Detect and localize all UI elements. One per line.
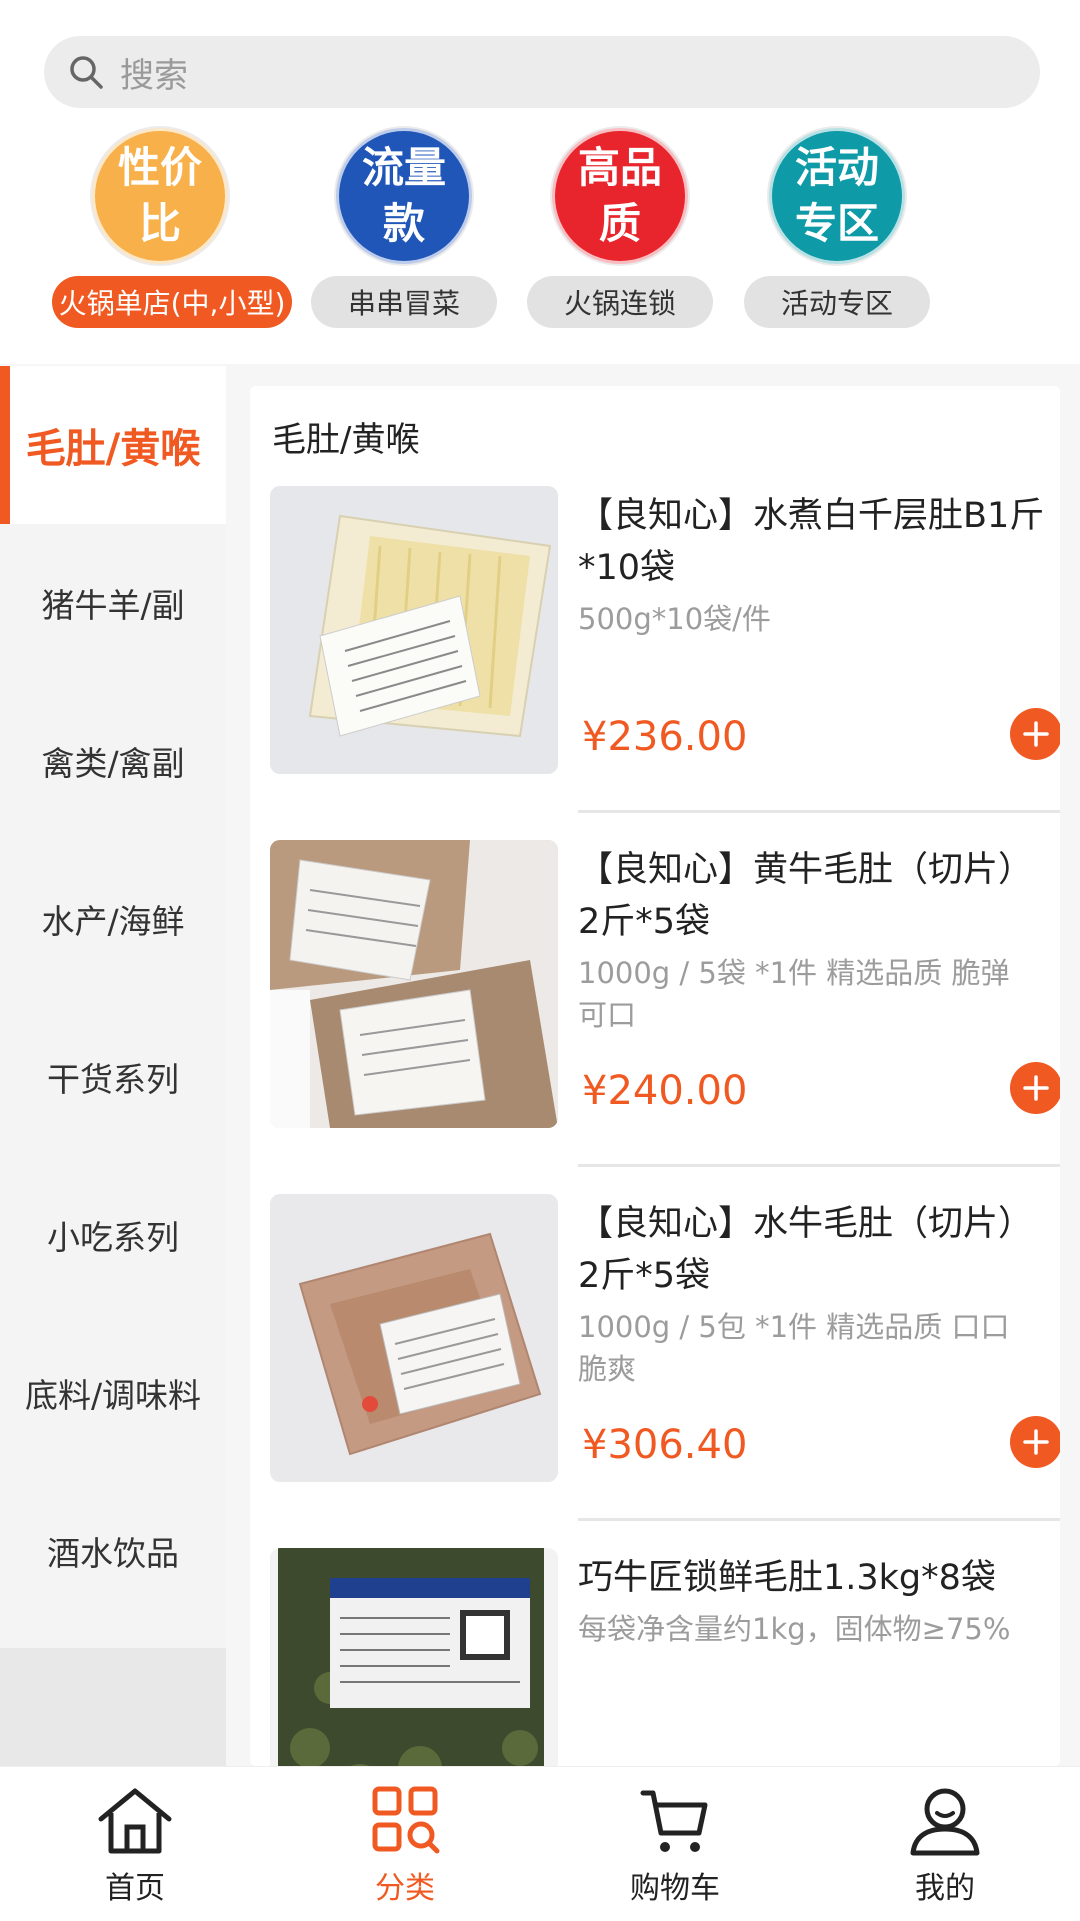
tab-label: 我的	[915, 1871, 975, 1906]
add-to-cart-button[interactable]	[1010, 708, 1060, 760]
category-label: 串串冒菜	[311, 276, 497, 328]
search-icon	[70, 56, 103, 89]
category-sidebar: 毛肚/黄喉 猪牛羊/副 禽类/禽副 水产/海鲜 干货系列 小吃系列 底料/调味料…	[0, 366, 226, 1766]
product-desc: 每袋净含量约1kg，固体物≥75%	[578, 1612, 1011, 1646]
product-name: 【良知心】黄牛毛肚（切片）2斤*5袋	[578, 850, 1034, 942]
sidebar-item-drinks[interactable]: 酒水饮品	[0, 1472, 226, 1630]
category-traffic[interactable]: 流量款 串串冒菜	[296, 128, 512, 328]
sidebar-item-dried-goods[interactable]: 干货系列	[0, 998, 226, 1156]
product-price: ¥306.40	[582, 1422, 748, 1468]
tab-label: 购物车	[630, 1871, 720, 1906]
product-image	[270, 1194, 558, 1482]
product-image	[270, 840, 558, 1128]
sidebar-item-tripe[interactable]: 毛肚/黄喉	[0, 366, 226, 524]
divider	[578, 810, 1060, 813]
product-card[interactable]: 【良知心】黄牛毛肚（切片）2斤*5袋 1000g / 5袋 *1件 精选品质 脆…	[270, 840, 1060, 1194]
tab-category[interactable]: 分类	[270, 1767, 540, 1921]
product-name: 【良知心】水煮白千层肚B1斤*10袋	[578, 496, 1045, 588]
category-label: 火锅连锁	[527, 276, 713, 328]
product-image	[270, 1548, 558, 1766]
search-input[interactable]: 搜索	[44, 36, 1040, 108]
category-badge: 流量款	[336, 128, 472, 264]
product-list: 毛肚/黄喉 【良知心】水煮白千层肚B1斤*10袋 500g*10袋/件 ¥236…	[250, 386, 1060, 1766]
divider	[578, 1164, 1060, 1167]
category-label: 火锅单店(中,小型)	[52, 276, 292, 328]
plus-icon	[1023, 1075, 1049, 1101]
product-card[interactable]: 【良知心】水牛毛肚（切片）2斤*5袋 1000g / 5包 *1件 精选品质 口…	[270, 1194, 1060, 1548]
category-shortcuts: 性价比 火锅单店(中,小型) 流量款 串串冒菜 高品质 火锅连锁 活动专区 活动…	[0, 128, 1080, 348]
sidebar-item-seafood[interactable]: 水产/海鲜	[0, 840, 226, 998]
sidebar-item-seasoning[interactable]: 底料/调味料	[0, 1314, 226, 1472]
category-cost-effective[interactable]: 性价比 火锅单店(中,小型)	[52, 128, 292, 328]
product-desc: 500g*10袋/件	[578, 602, 771, 636]
category-icon	[372, 1786, 440, 1854]
product-desc: 1000g / 5包 *1件 精选品质 口口脆爽	[578, 1310, 1010, 1386]
plus-icon	[1023, 1429, 1049, 1455]
divider	[578, 1518, 1060, 1521]
product-card[interactable]: 巧牛匠锁鲜毛肚1.3kg*8袋 每袋净含量约1kg，固体物≥75%	[270, 1548, 1060, 1766]
sidebar-filler	[0, 1648, 226, 1766]
profile-icon	[910, 1788, 980, 1856]
search-placeholder: 搜索	[120, 55, 188, 96]
category-badge: 性价比	[92, 128, 228, 264]
bottom-tab-bar: 首页 分类 购物车 我的	[0, 1766, 1080, 1921]
product-name: 巧牛匠锁鲜毛肚1.3kg*8袋	[578, 1558, 996, 1598]
tab-profile[interactable]: 我的	[810, 1767, 1080, 1921]
tab-label: 分类	[375, 1871, 435, 1906]
section-title: 毛肚/黄喉	[272, 420, 420, 460]
category-high-quality[interactable]: 高品质 火锅连锁	[512, 128, 728, 328]
tab-home[interactable]: 首页	[0, 1767, 270, 1921]
add-to-cart-button[interactable]	[1010, 1416, 1060, 1468]
product-name: 【良知心】水牛毛肚（切片）2斤*5袋	[578, 1204, 1034, 1296]
category-label: 活动专区	[744, 276, 930, 328]
product-image	[270, 486, 558, 774]
plus-icon	[1023, 721, 1049, 747]
sidebar-item-snacks[interactable]: 小吃系列	[0, 1156, 226, 1314]
product-price: ¥240.00	[582, 1068, 748, 1114]
product-price: ¥236.00	[582, 714, 748, 760]
home-icon	[98, 1788, 172, 1854]
cart-icon	[640, 1790, 708, 1852]
category-badge: 高品质	[552, 128, 688, 264]
sidebar-item-poultry[interactable]: 禽类/禽副	[0, 682, 226, 840]
product-desc: 1000g / 5袋 *1件 精选品质 脆弹可口	[578, 956, 1010, 1032]
category-badge: 活动专区	[769, 128, 905, 264]
add-to-cart-button[interactable]	[1010, 1062, 1060, 1114]
sidebar-item-meat[interactable]: 猪牛羊/副	[0, 524, 226, 682]
tab-cart[interactable]: 购物车	[540, 1767, 810, 1921]
tab-label: 首页	[105, 1871, 165, 1906]
product-card[interactable]: 【良知心】水煮白千层肚B1斤*10袋 500g*10袋/件 ¥236.00	[270, 486, 1060, 840]
category-promotions[interactable]: 活动专区 活动专区	[729, 128, 945, 328]
